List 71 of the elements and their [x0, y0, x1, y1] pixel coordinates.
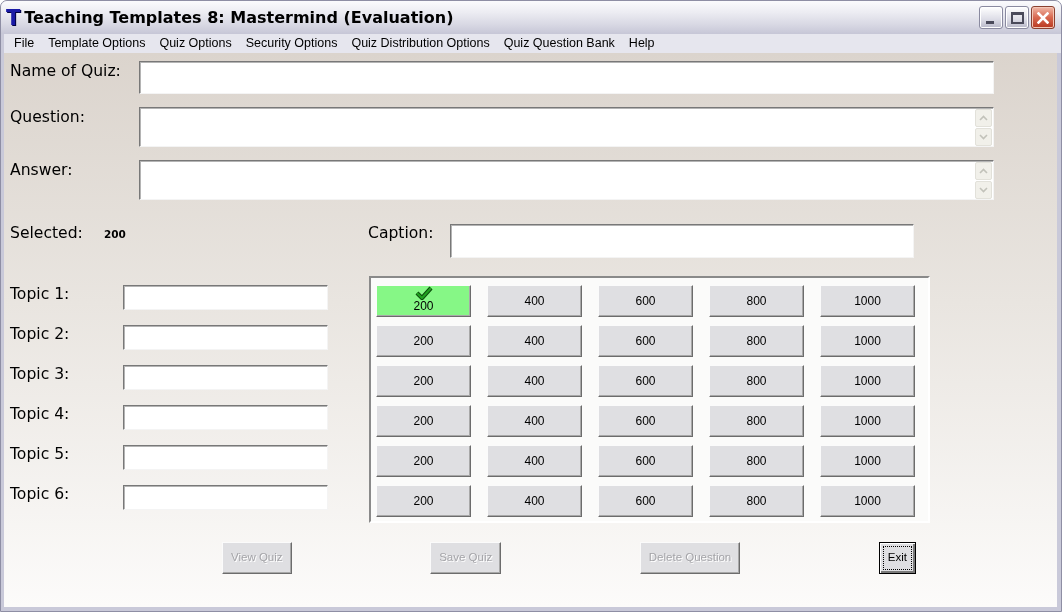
topic-field[interactable] [123, 285, 328, 310]
field-label: Name of Quiz: [10, 61, 122, 81]
selected-value: 200 [104, 227, 127, 242]
chevron-up-icon [979, 168, 988, 174]
point-button[interactable]: 200 [376, 365, 471, 397]
point-button[interactable]: 400 [487, 405, 582, 437]
app-logo: T [6, 6, 21, 29]
topic-field[interactable] [123, 325, 328, 350]
menu-item[interactable]: Security Options [238, 35, 345, 52]
menu-item[interactable]: Help [621, 35, 662, 52]
point-button[interactable]: 1000 [820, 285, 915, 317]
point-button[interactable]: 600 [598, 445, 693, 477]
point-button[interactable]: 1000 [820, 445, 915, 477]
field-label: Answer: [10, 160, 74, 180]
topic-field[interactable] [123, 405, 328, 430]
point-button[interactable]: 200 [376, 485, 471, 517]
menu-item[interactable]: Quiz Question Bank [496, 35, 622, 52]
maximize-icon [1010, 11, 1024, 24]
menu-item[interactable]: File [7, 35, 42, 52]
point-button[interactable]: 600 [598, 405, 693, 437]
topic-label: Topic 3: [10, 365, 71, 384]
topic-field[interactable] [123, 485, 328, 510]
point-button[interactable]: 1000 [820, 405, 915, 437]
point-button[interactable]: 200 [376, 405, 471, 437]
point-button[interactable]: 1000 [820, 485, 915, 517]
point-button[interactable]: 1000 [820, 325, 915, 357]
point-button[interactable]: 800 [709, 485, 804, 517]
menu-item[interactable]: Template Options [41, 35, 153, 52]
minimize-button[interactable] [979, 6, 1003, 29]
point-button[interactable]: 400 [487, 485, 582, 517]
topic-label: Topic 1: [10, 285, 71, 304]
point-button[interactable]: 200 [376, 325, 471, 357]
point-button[interactable]: 400 [487, 325, 582, 357]
point-button[interactable]: 600 [598, 365, 693, 397]
text-field[interactable] [139, 61, 994, 94]
topic-label: Topic 6: [10, 485, 71, 504]
point-button[interactable]: 600 [598, 325, 693, 357]
point-button[interactable]: 400 [487, 445, 582, 477]
menu-item[interactable]: Quiz Options [152, 35, 239, 52]
menu-item[interactable]: Quiz Distribution Options [344, 35, 497, 52]
point-button[interactable]: 800 [709, 445, 804, 477]
topic-field[interactable] [123, 365, 328, 390]
point-button[interactable]: 800 [709, 365, 804, 397]
close-icon [1037, 11, 1049, 24]
point-button[interactable]: 800 [709, 285, 804, 317]
minimize-icon [986, 21, 994, 24]
point-button[interactable]: 1000 [820, 365, 915, 397]
point-button[interactable]: 600 [598, 485, 693, 517]
caption-field[interactable] [450, 224, 914, 258]
chevron-down-icon [979, 187, 988, 193]
point-button[interactable]: 600 [598, 285, 693, 317]
topic-field[interactable] [123, 445, 328, 470]
selected-label: Selected: [10, 224, 84, 243]
point-button[interactable]: 800 [709, 405, 804, 437]
command-button[interactable]: Exit [878, 542, 916, 574]
topic-label: Topic 5: [10, 445, 71, 464]
window-title: Teaching Templates 8: Mastermind (Evaluation) [24, 6, 454, 29]
point-button[interactable]: 400 [487, 365, 582, 397]
check-icon [414, 286, 433, 300]
point-button[interactable]: 800 [709, 325, 804, 357]
caption-label: Caption: [368, 224, 435, 243]
point-button[interactable]: 200 [376, 285, 471, 317]
chevron-down-icon [979, 134, 988, 140]
maximize-button[interactable] [1005, 6, 1029, 29]
point-button[interactable]: 200 [376, 445, 471, 477]
point-button[interactable]: 400 [487, 285, 582, 317]
topic-label: Topic 4: [10, 405, 71, 424]
close-button[interactable] [1031, 6, 1055, 29]
topic-label: Topic 2: [10, 325, 71, 344]
field-label: Question: [10, 107, 86, 127]
chevron-up-icon [979, 115, 988, 121]
